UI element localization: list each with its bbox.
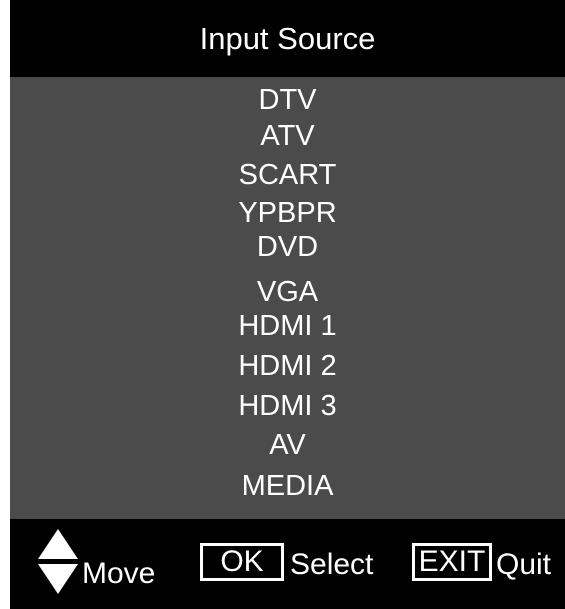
menu-header: Input Source — [10, 0, 565, 77]
key-hint-bar: Move OK Select EXIT Quit — [10, 519, 565, 609]
ok-key-badge: OK — [200, 543, 284, 581]
source-item-hdmi1[interactable]: HDMI 1 — [10, 309, 565, 343]
source-item-media[interactable]: MEDIA — [10, 469, 565, 503]
triangle-down-icon — [38, 564, 78, 594]
source-item-dvd[interactable]: DVD — [10, 230, 565, 264]
input-source-osd: Input Source DTV ATV SCART YPBPR DVD VGA… — [0, 0, 565, 609]
source-item-hdmi2[interactable]: HDMI 2 — [10, 349, 565, 383]
source-list: DTV ATV SCART YPBPR DVD VGA HDMI 1 HDMI … — [10, 77, 565, 519]
exit-key-label: EXIT — [418, 545, 486, 578]
quit-hint-label: Quit — [496, 548, 552, 581]
source-item-dtv[interactable]: DTV — [10, 83, 565, 117]
move-hint-label: Move — [82, 557, 156, 590]
menu-title: Input Source — [199, 20, 376, 56]
exit-key-badge: EXIT — [412, 543, 492, 581]
source-item-vga[interactable]: VGA — [10, 275, 565, 309]
source-item-scart[interactable]: SCART — [10, 158, 565, 192]
source-item-av[interactable]: AV — [10, 428, 565, 462]
ok-key-label: OK — [220, 545, 264, 578]
select-hint-label: Select — [290, 548, 374, 581]
triangle-up-icon — [38, 529, 78, 559]
source-item-ypbpr[interactable]: YPBPR — [10, 196, 565, 230]
source-item-atv[interactable]: ATV — [10, 119, 565, 153]
source-item-hdmi3[interactable]: HDMI 3 — [10, 389, 565, 423]
